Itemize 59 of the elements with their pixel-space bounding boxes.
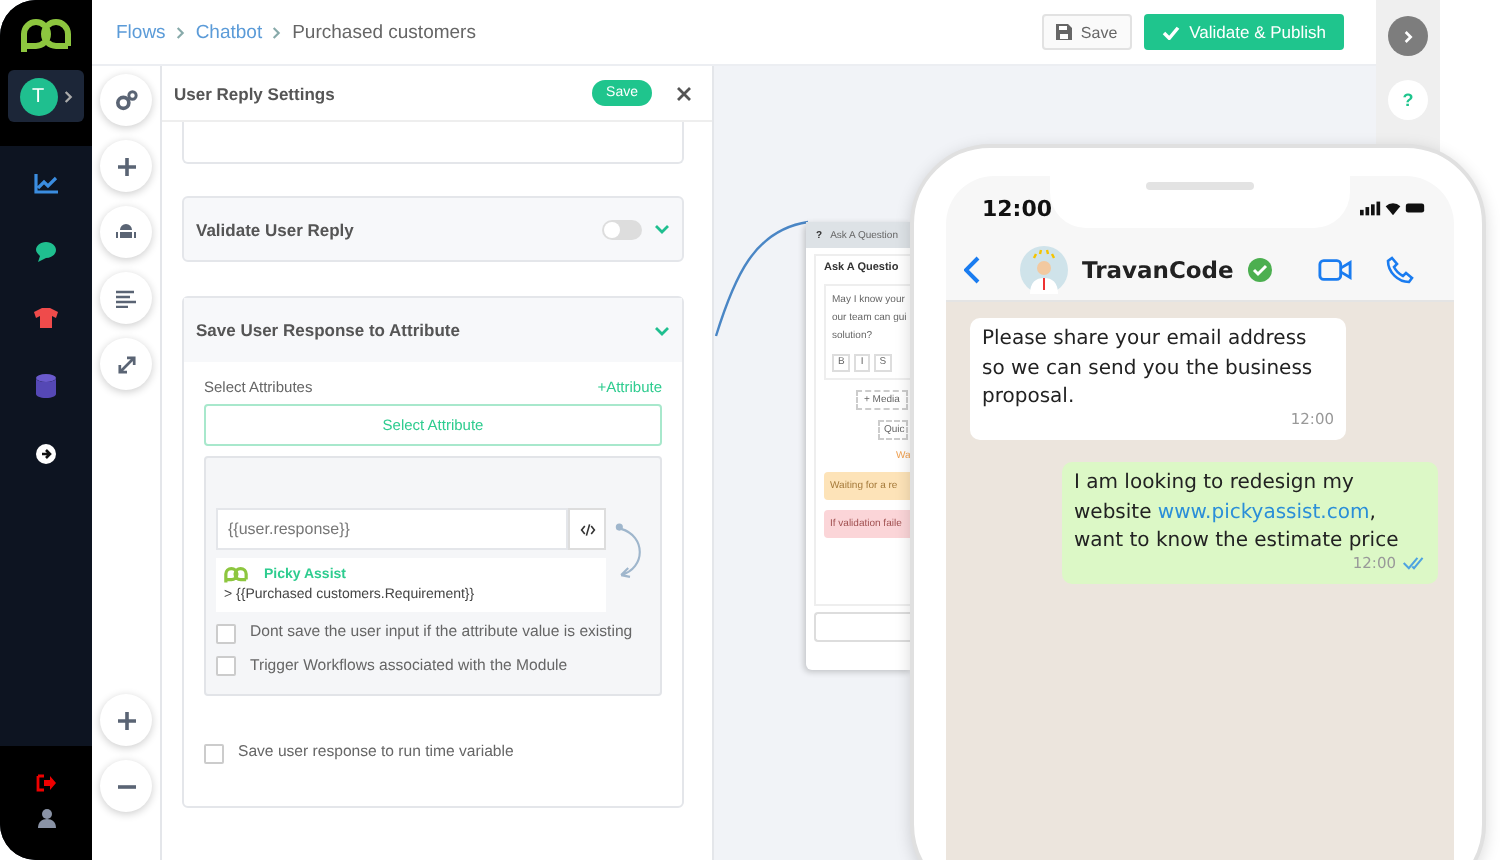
- settings-button[interactable]: [100, 74, 152, 126]
- avatar: T: [19, 77, 57, 115]
- arrow-circle-icon[interactable]: [36, 444, 56, 464]
- chevron-right-icon: [63, 89, 73, 103]
- checkbox[interactable]: [204, 743, 224, 763]
- website-link[interactable]: www.pickyassist.com: [1157, 501, 1370, 523]
- code-icon: [579, 523, 595, 535]
- back-icon[interactable]: [964, 256, 980, 284]
- gears-icon: [115, 89, 137, 111]
- video-call-icon[interactable]: [1318, 258, 1352, 282]
- breadcrumb-current: Purchased customers: [292, 21, 476, 43]
- code-button[interactable]: [568, 508, 606, 550]
- toggle-switch[interactable]: [602, 219, 642, 239]
- checkbox[interactable]: [216, 656, 236, 676]
- zoom-out-button[interactable]: [100, 760, 152, 812]
- checkbox[interactable]: [216, 623, 236, 643]
- section-title: Validate User Reply: [196, 219, 356, 239]
- align-left-icon: [116, 289, 136, 307]
- align-left-button[interactable]: [100, 272, 152, 324]
- user-icon[interactable]: [37, 808, 55, 828]
- curved-arrow-icon: [614, 520, 646, 584]
- validate-publish-button[interactable]: Validate & Publish: [1143, 14, 1344, 50]
- expand-button[interactable]: [100, 338, 152, 390]
- connector-line: [714, 218, 810, 338]
- breadcrumb-link[interactable]: Chatbot: [195, 21, 263, 43]
- expand-icon: [117, 355, 135, 373]
- status-time: 12:00: [982, 195, 1053, 221]
- message-text: I am looking to redesign my website www.pickyassist.com, want to know the estimate price: [1074, 470, 1401, 556]
- add-button[interactable]: [100, 140, 152, 192]
- account-switcher[interactable]: T: [8, 70, 84, 122]
- response-field[interactable]: {{user.response}}: [216, 508, 568, 550]
- help-button[interactable]: ?: [1388, 80, 1428, 120]
- android-button[interactable]: [100, 206, 152, 258]
- status-icons-drawing: [1360, 200, 1426, 216]
- collapse-button[interactable]: [1388, 16, 1428, 56]
- logo-icon: [224, 566, 248, 584]
- logo-icon: [20, 18, 72, 54]
- breadcrumb-link[interactable]: Flows: [116, 21, 166, 43]
- plus-icon: [117, 711, 135, 729]
- chat-bubble-icon[interactable]: [34, 240, 58, 262]
- panel-title: User Reply Settings: [174, 83, 337, 103]
- phone-call-icon[interactable]: [1386, 256, 1414, 284]
- chevron-right-icon: [272, 25, 283, 39]
- verified-badge-icon: [1247, 258, 1272, 282]
- close-icon[interactable]: [676, 85, 692, 101]
- line-chart-icon[interactable]: [34, 174, 58, 194]
- chevron-right-icon: [175, 25, 186, 39]
- plus-icon: [117, 157, 135, 175]
- message-text: Please share your email address so we can send you the business proposal.: [982, 326, 1315, 412]
- shirt-icon[interactable]: [34, 308, 58, 328]
- check-icon: [1161, 25, 1180, 39]
- database-icon[interactable]: [36, 374, 56, 398]
- avatar-icon: [1020, 246, 1068, 294]
- chevron-right-icon: [1403, 29, 1413, 43]
- section-title: Save User Response to Attribute: [196, 320, 462, 340]
- contact-name: TravanCode: [1082, 256, 1234, 284]
- logout-icon[interactable]: [36, 774, 56, 792]
- zoom-in-button[interactable]: [100, 694, 152, 746]
- save-button[interactable]: Save: [1042, 14, 1132, 50]
